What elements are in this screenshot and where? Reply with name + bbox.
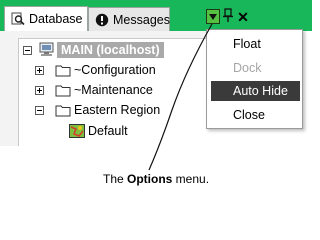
callout-line bbox=[148, 23, 213, 171]
caption-bold: Options bbox=[127, 172, 173, 186]
caption-suffix: menu. bbox=[172, 172, 210, 186]
figure-caption: The Options menu. bbox=[103, 172, 233, 186]
caption-prefix: The bbox=[103, 172, 128, 186]
